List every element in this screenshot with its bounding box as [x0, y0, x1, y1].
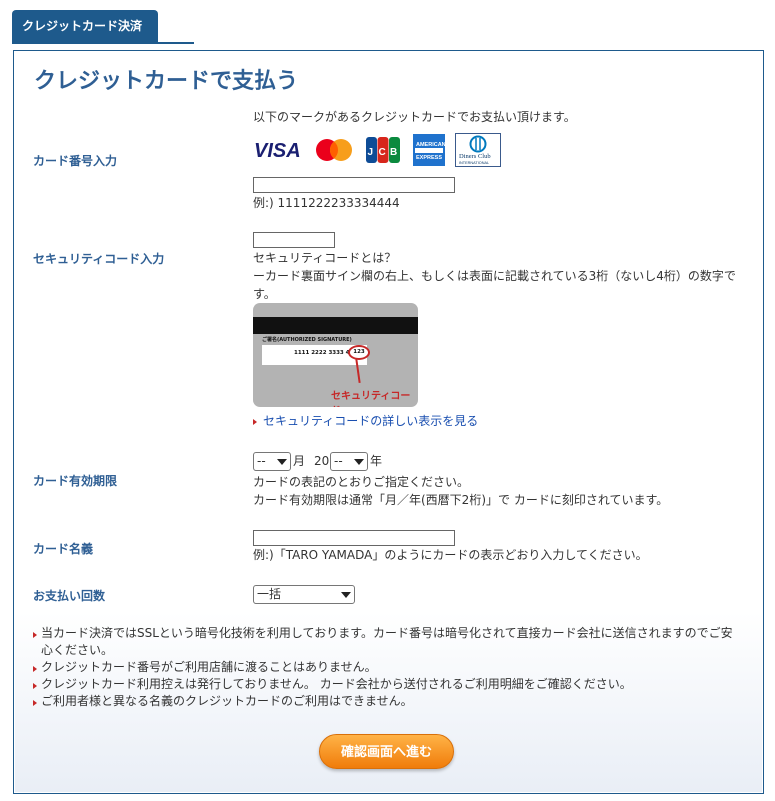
- note-item: クレジットカード利用控えは発行しておりません。 カード会社から送付されるご利用明…: [33, 676, 738, 693]
- svg-text:B: B: [390, 147, 397, 158]
- cvv-highlight: 123: [348, 345, 370, 360]
- svg-text:AMERICAN: AMERICAN: [416, 142, 446, 148]
- magnetic-stripe: [253, 317, 418, 334]
- chevron-down-icon: [277, 459, 287, 465]
- payment-notes: 当カード決済ではSSLという暗号化技術を利用しております。カード番号は暗号化され…: [33, 625, 738, 710]
- security-code-detail-link[interactable]: セキュリティコードの詳しい表示を見る: [253, 412, 478, 429]
- expiry-note-2: カード有効期限は通常「月／年(西暦下2桁)」で カードに刻印されています。: [253, 493, 669, 507]
- installments-select[interactable]: 一括: [253, 585, 355, 604]
- expiry-month-unit: 月: [293, 454, 306, 468]
- expiry-year-prefix: 20: [314, 454, 330, 468]
- cvv-caption: セキュリティコード: [331, 391, 411, 407]
- security-code-detail-link-text[interactable]: セキュリティコードの詳しい表示を見る: [263, 414, 478, 428]
- jcb-logo-icon: J C B: [366, 137, 400, 163]
- svg-text:EXPRESS: EXPRESS: [416, 155, 442, 161]
- expiry-month-value: --: [257, 454, 266, 468]
- note-item: 当カード決済ではSSLという暗号化技術を利用しております。カード番号は暗号化され…: [33, 625, 738, 659]
- card-holder-example: 例:)「TARO YAMADA」のようにカードの表示どおり入力してください。: [253, 548, 648, 562]
- accepted-cards-intro: 以下のマークがあるクレジットカードでお支払い頂けます。: [253, 110, 576, 124]
- note-item: ご利用者様と異なる名義のクレジットカードのご利用はできません。: [33, 693, 738, 710]
- security-code-label: セキュリティコード入力: [33, 252, 165, 266]
- security-code-card-image: ご署名(AUTHORIZED SIGNATURE) 1111 2222 3333…: [253, 303, 418, 407]
- svg-text:J: J: [368, 147, 374, 158]
- svg-text:VISA: VISA: [254, 140, 301, 161]
- card-number-label: カード番号入力: [33, 154, 118, 168]
- security-code-heading: セキュリティコードとは？: [253, 251, 397, 265]
- note-item: クレジットカード番号がご利用店舗に渡ることはありません。: [33, 659, 738, 676]
- diners-club-logo-icon: Diners Club INTERNATIONAL: [455, 133, 501, 167]
- svg-text:INTERNATIONAL: INTERNATIONAL: [459, 161, 489, 165]
- arrow-bullet-icon: [253, 418, 257, 425]
- chevron-down-icon: [341, 592, 351, 598]
- mastercard-logo-icon: [316, 139, 352, 161]
- svg-text:C: C: [379, 147, 386, 158]
- card-holder-input[interactable]: [253, 530, 455, 546]
- expiry-label: カード有効期限: [33, 474, 118, 488]
- arrow-bullet-icon: [33, 632, 37, 638]
- tab-underline: [12, 42, 194, 44]
- note-text: クレジットカード番号がご利用店舗に渡ることはありません。: [41, 660, 377, 674]
- visa-logo-icon: VISA: [254, 140, 301, 161]
- amex-logo-icon: AMERICAN EXPRESS: [413, 134, 446, 166]
- installments-label: お支払い回数: [33, 589, 106, 603]
- card-number-input[interactable]: [253, 177, 455, 193]
- card-number-example: 例:) 1111222233334444: [253, 196, 400, 210]
- expiry-month-select[interactable]: --: [253, 452, 291, 471]
- installments-value: 一括: [257, 587, 282, 601]
- arrow-bullet-icon: [33, 683, 37, 689]
- page-title: クレジットカードで支払う: [34, 69, 299, 94]
- payment-panel: クレジットカードで支払う 以下のマークがあるクレジットカードでお支払い頂けます。…: [13, 50, 764, 794]
- tab-credit-card[interactable]: クレジットカード決済: [12, 10, 158, 42]
- confirm-button[interactable]: 確認画面へ進む: [319, 734, 454, 769]
- expiry-year-value: --: [334, 454, 343, 468]
- arrow-bullet-icon: [33, 700, 37, 706]
- security-code-input[interactable]: [253, 232, 335, 248]
- security-code-desc-line2: す。: [253, 287, 276, 301]
- security-code-desc-line1: ーカード裏面サイン欄の右上、もしくは表面に記載されている3桁（ないし4桁）の数字…: [253, 269, 736, 283]
- expiry-note-1: カードの表記のとおりご指定ください。: [253, 475, 470, 489]
- expiry-year-select[interactable]: --: [330, 452, 368, 471]
- card-holder-label: カード名義: [33, 542, 94, 556]
- note-text: ご利用者様と異なる名義のクレジットカードのご利用はできません。: [41, 694, 413, 708]
- svg-text:Diners Club: Diners Club: [459, 153, 491, 160]
- expiry-year-unit: 年: [370, 454, 383, 468]
- note-text: クレジットカード利用控えは発行しておりません。 カード会社から送付されるご利用明…: [41, 677, 632, 691]
- note-text: 当カード決済ではSSLという暗号化技術を利用しております。カード番号は暗号化され…: [41, 626, 733, 657]
- chevron-down-icon: [354, 459, 364, 465]
- signature-label: ご署名(AUTHORIZED SIGNATURE): [262, 337, 352, 343]
- tab-bar: クレジットカード決済: [12, 10, 194, 44]
- arrow-bullet-icon: [33, 666, 37, 672]
